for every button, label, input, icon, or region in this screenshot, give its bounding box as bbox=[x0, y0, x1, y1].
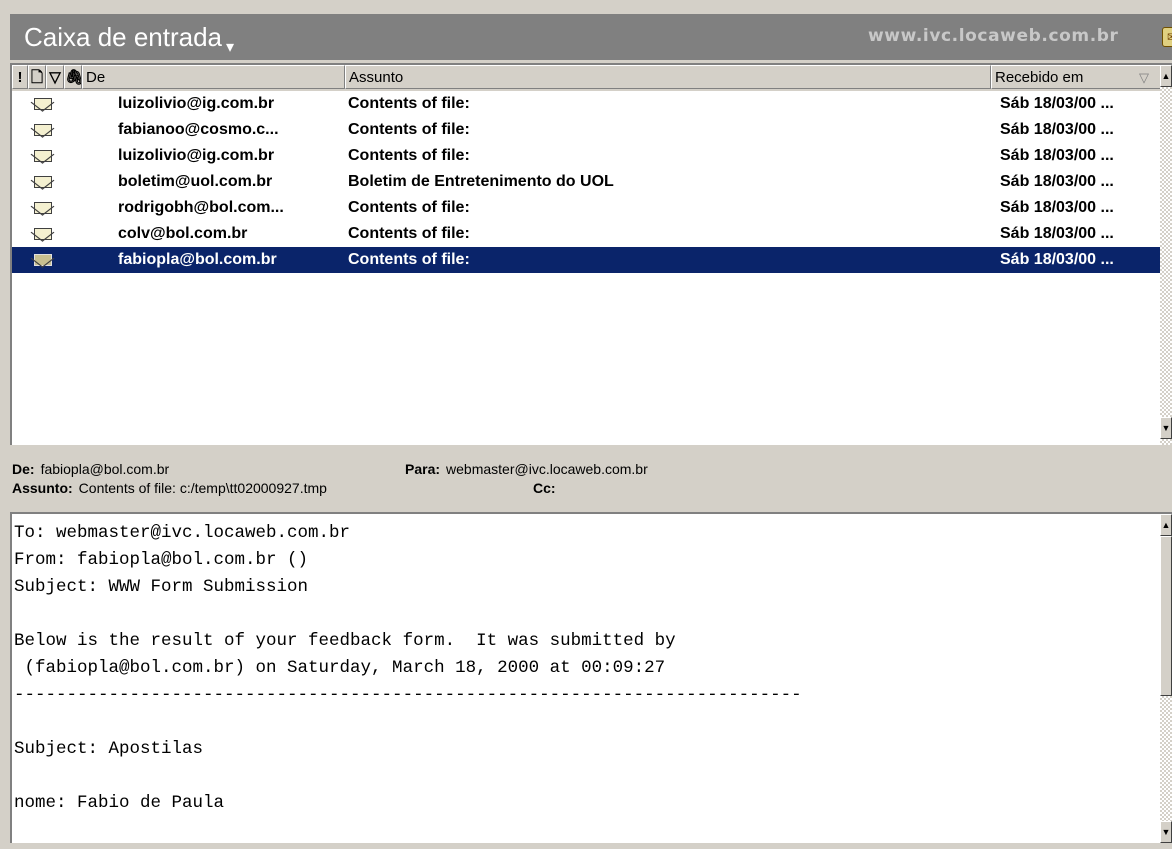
flag-icon: ▽ bbox=[49, 69, 61, 86]
received-column-header[interactable]: Recebido em ▽ bbox=[991, 65, 1162, 89]
table-row[interactable]: rodrigobh@bol.com... Contents of file: S… bbox=[12, 195, 1162, 221]
row-from: fabiopla@bol.com.br bbox=[118, 251, 277, 268]
message-body-text: To: webmaster@ivc.locaweb.com.br From: f… bbox=[14, 520, 1154, 817]
row-received: Sáb 18/03/00 ... bbox=[1000, 95, 1114, 112]
to-field: Para: webmaster@ivc.locaweb.com.br bbox=[405, 461, 648, 477]
importance-icon: ! bbox=[17, 69, 23, 86]
body-scrollbar[interactable]: ▲ ▼ bbox=[1160, 514, 1172, 843]
table-row[interactable]: luizolivio@ig.com.br Contents of file: S… bbox=[12, 91, 1162, 117]
window-bottom-edge bbox=[0, 845, 1172, 849]
folder-title-dropdown[interactable]: Caixa de entrada ▾ bbox=[24, 22, 234, 63]
scroll-up-icon[interactable]: ▲ bbox=[1160, 65, 1172, 87]
row-from: luizolivio@ig.com.br bbox=[118, 147, 275, 164]
row-subject: Contents of file: bbox=[348, 121, 470, 138]
envelope-icon bbox=[34, 150, 52, 162]
subject-value: Contents of file: c:/temp\tt02000927.tmp bbox=[78, 480, 327, 496]
row-from: boletim@uol.com.br bbox=[118, 173, 273, 190]
from-column-header[interactable]: De bbox=[82, 65, 345, 89]
flag-column-header[interactable]: ▽ bbox=[46, 65, 64, 89]
from-field: De: fabiopla@bol.com.br bbox=[12, 461, 169, 477]
subject-column-label: Assunto bbox=[349, 69, 404, 86]
list-header: ! 🗋 ▽ 🖇 De Assunto Recebido em ▽ bbox=[12, 65, 1162, 91]
row-received: Sáb 18/03/00 ... bbox=[1000, 173, 1114, 190]
to-value[interactable]: webmaster@ivc.locaweb.com.br bbox=[446, 461, 648, 477]
folder-title: Caixa de entrada bbox=[24, 22, 223, 52]
row-subject: Contents of file: bbox=[348, 95, 470, 112]
row-from: rodrigobh@bol.com... bbox=[118, 199, 284, 216]
cc-field: Cc: bbox=[533, 480, 562, 496]
preview-header: De: fabiopla@bol.com.br Para: webmaster@iv… bbox=[10, 455, 1172, 511]
row-received: Sáb 18/03/00 ... bbox=[1000, 199, 1114, 216]
scroll-thumb[interactable] bbox=[1160, 536, 1172, 696]
body-line: To: webmaster@ivc.locaweb.com.br bbox=[14, 523, 351, 543]
from-value[interactable]: fabiopla@bol.com.br bbox=[41, 461, 170, 477]
site-url: www.ivc.locaweb.com.br bbox=[868, 26, 1119, 46]
envelope-icon bbox=[34, 254, 52, 266]
envelope-icon bbox=[34, 176, 52, 188]
table-row-selected[interactable]: fabiopla@bol.com.br Contents of file: Sá… bbox=[12, 247, 1162, 273]
body-line: ----------------------------------------… bbox=[14, 685, 802, 705]
row-subject: Contents of file: bbox=[348, 147, 470, 164]
envelope-icon bbox=[34, 228, 52, 240]
importance-column-header[interactable]: ! bbox=[12, 65, 28, 89]
row-from: colv@bol.com.br bbox=[118, 225, 248, 242]
folder-title-bar: Caixa de entrada ▾ www.ivc.locaweb.com.br… bbox=[10, 14, 1172, 60]
table-row[interactable]: colv@bol.com.br Contents of file: Sáb 18… bbox=[12, 221, 1162, 247]
scroll-up-icon[interactable]: ▲ bbox=[1160, 514, 1172, 536]
scroll-down-icon[interactable]: ▼ bbox=[1160, 821, 1172, 843]
row-from: luizolivio@ig.com.br bbox=[118, 95, 275, 112]
row-received: Sáb 18/03/00 ... bbox=[1000, 121, 1114, 138]
body-line: nome: Fabio de Paula bbox=[14, 793, 225, 813]
paperclip-icon: 🖇 bbox=[65, 69, 81, 86]
cc-label: Cc: bbox=[533, 480, 556, 496]
body-line: From: fabiopla@bol.com.br () bbox=[14, 550, 309, 570]
scroll-down-icon[interactable]: ▼ bbox=[1160, 417, 1172, 439]
mail-window: Caixa de entrada ▾ www.ivc.locaweb.com.br… bbox=[0, 0, 1172, 849]
subject-label: Assunto: bbox=[12, 480, 73, 496]
sort-descending-icon: ▽ bbox=[1139, 70, 1149, 85]
table-row[interactable]: luizolivio@ig.com.br Contents of file: S… bbox=[12, 143, 1162, 169]
message-list: ! 🗋 ▽ 🖇 De Assunto Recebido em ▽ luizoliv… bbox=[10, 63, 1172, 445]
body-line: (fabiopla@bol.com.br) on Saturday, March… bbox=[14, 658, 666, 678]
attachment-column-header[interactable]: 🖇 bbox=[64, 65, 82, 89]
table-row[interactable]: fabianoo@cosmo.c... Contents of file: Sá… bbox=[12, 117, 1162, 143]
row-from: fabianoo@cosmo.c... bbox=[118, 121, 279, 138]
row-subject: Contents of file: bbox=[348, 251, 470, 268]
subject-field: Assunto: Contents of file: c:/temp\tt0200… bbox=[12, 480, 327, 496]
outlook-icon[interactable]: ✉ bbox=[1162, 27, 1172, 47]
message-body-pane[interactable]: To: webmaster@ivc.locaweb.com.br From: f… bbox=[10, 512, 1172, 843]
row-received: Sáb 18/03/00 ... bbox=[1000, 251, 1114, 268]
body-line: Subject: Apostilas bbox=[14, 739, 204, 759]
envelope-icon bbox=[34, 98, 52, 110]
row-subject: Contents of file: bbox=[348, 225, 470, 242]
to-label: Para: bbox=[405, 461, 441, 477]
row-received: Sáb 18/03/00 ... bbox=[1000, 225, 1114, 242]
from-column-label: De bbox=[86, 69, 106, 86]
chevron-down-icon: ▾ bbox=[226, 39, 235, 56]
list-scrollbar[interactable]: ▲ ▼ bbox=[1160, 65, 1172, 445]
row-received: Sáb 18/03/00 ... bbox=[1000, 147, 1114, 164]
document-icon: 🗋 bbox=[30, 69, 44, 86]
received-column-label: Recebido em bbox=[995, 69, 1084, 86]
row-subject: Boletim de Entretenimento do UOL bbox=[348, 173, 614, 190]
from-label: De: bbox=[12, 461, 35, 477]
body-line: Subject: WWW Form Submission bbox=[14, 577, 309, 597]
row-subject: Contents of file: bbox=[348, 199, 470, 216]
envelope-icon bbox=[34, 124, 52, 136]
type-column-header[interactable]: 🗋 bbox=[28, 65, 46, 89]
subject-column-header[interactable]: Assunto bbox=[345, 65, 991, 89]
table-row[interactable]: boletim@uol.com.br Boletim de Entretenim… bbox=[12, 169, 1162, 195]
envelope-icon bbox=[34, 202, 52, 214]
body-line: Below is the result of your feedback for… bbox=[14, 631, 676, 651]
